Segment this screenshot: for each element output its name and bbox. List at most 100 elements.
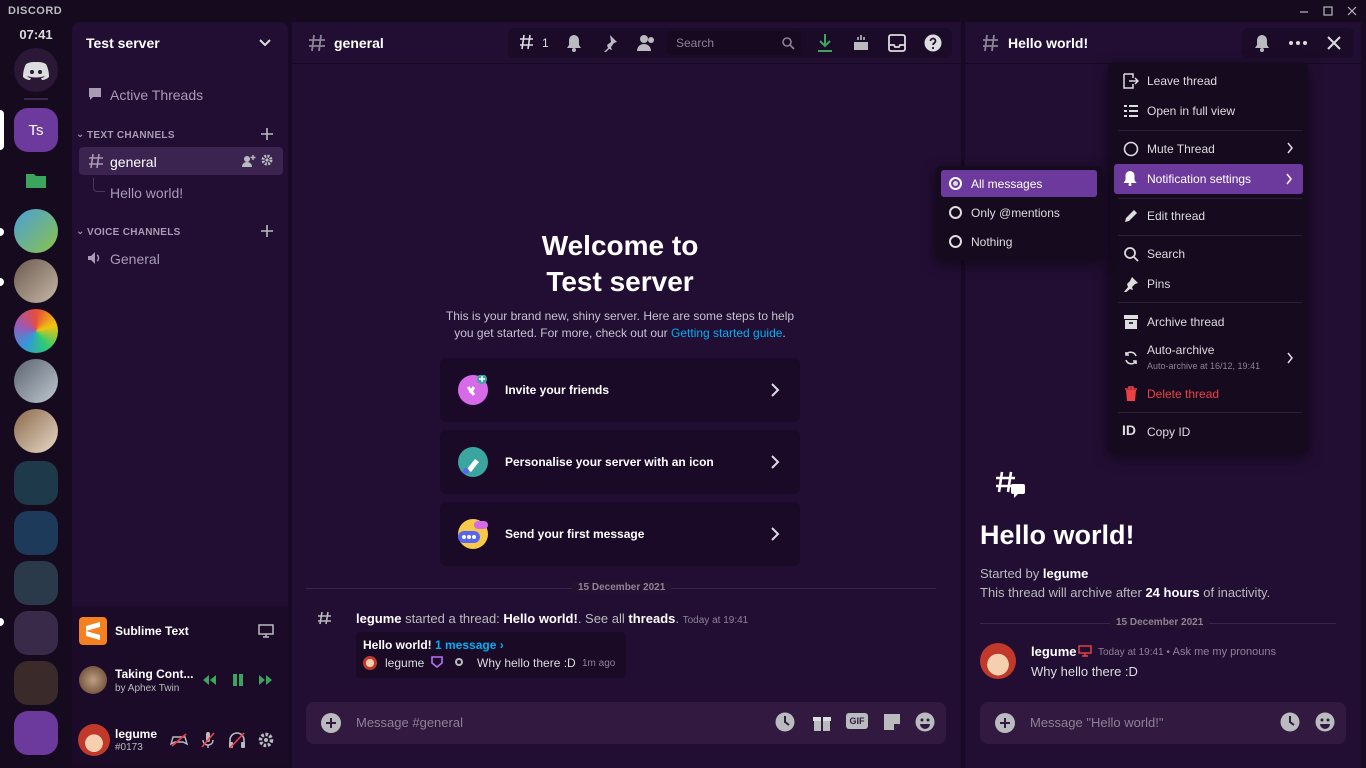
screen-share-icon[interactable] <box>258 623 274 639</box>
thread-message-count[interactable]: 1 message › <box>435 638 504 652</box>
guild-initials: Ts <box>28 121 44 139</box>
chevron-down-icon[interactable] <box>258 36 272 50</box>
emoji-icon[interactable] <box>1315 712 1335 732</box>
nitro-cake-icon[interactable] <box>852 33 870 51</box>
thread-bell-icon[interactable] <box>1253 34 1271 52</box>
gear-icon[interactable] <box>261 154 273 166</box>
member-list-icon[interactable] <box>636 34 656 52</box>
guild-test-server[interactable]: Ts <box>14 108 58 152</box>
invite-friends-card[interactable] <box>440 358 800 422</box>
thread-hello-world[interactable]: Hello world! <box>110 185 183 201</box>
thread-link[interactable]: Hello world! <box>503 611 577 626</box>
guild-folder[interactable] <box>14 561 58 605</box>
paintbrush-icon <box>458 447 488 477</box>
thread-created-icon <box>317 611 333 627</box>
minimize-icon[interactable] <box>1296 3 1312 19</box>
guild-folder[interactable] <box>14 661 58 705</box>
message-author[interactable]: legume <box>1031 644 1077 659</box>
getting-started-link[interactable]: Getting started guide <box>671 326 782 340</box>
pause-icon[interactable] <box>231 673 245 687</box>
guild-folder[interactable] <box>14 711 58 755</box>
add-attachment-icon[interactable] <box>995 713 1015 733</box>
close-thread-icon[interactable] <box>1325 34 1343 52</box>
guild-avatar[interactable] <box>14 359 58 403</box>
pin-icon <box>1123 276 1139 292</box>
guild-avatar[interactable] <box>14 209 58 253</box>
song-title: Taking Cont... <box>115 667 194 681</box>
deafen-icon[interactable] <box>228 731 246 749</box>
menu-leave-thread[interactable]: Leave thread <box>1119 68 1304 94</box>
menu-copy-id[interactable]: ID Copy ID <box>1119 419 1304 445</box>
guild-avatar[interactable] <box>14 309 58 353</box>
clock: 07:41 <box>19 27 53 42</box>
sublime-text-icon <box>79 617 107 645</box>
menu-mute-thread[interactable]: Mute Thread <box>1119 136 1304 162</box>
user-avatar[interactable] <box>78 724 110 756</box>
active-threads-link[interactable]: Active Threads <box>110 87 203 103</box>
guild-folder[interactable] <box>14 461 58 505</box>
collapse-chevron[interactable]: ⌄ <box>76 226 85 237</box>
emoji-icon[interactable] <box>915 712 935 732</box>
see-all-threads-link[interactable]: threads <box>628 611 675 626</box>
folder-icon[interactable] <box>26 172 46 188</box>
menu-archive-thread[interactable]: Archive thread <box>1119 309 1304 335</box>
trash-icon <box>1123 386 1139 402</box>
bell-icon[interactable] <box>565 34 583 52</box>
radio-icon <box>949 206 962 219</box>
collapse-chevron[interactable]: ⌄ <box>76 129 85 140</box>
notif-option-only-mentions[interactable]: Only @mentions <box>941 199 1097 226</box>
clock-icon[interactable] <box>775 712 795 732</box>
guild-avatar[interactable] <box>14 259 58 303</box>
sticker-icon[interactable] <box>882 712 902 732</box>
more-options-icon[interactable] <box>1288 34 1308 52</box>
add-attachment-icon[interactable] <box>321 713 341 733</box>
mute-microphone-icon[interactable] <box>200 731 216 749</box>
thread-channel-icon <box>88 153 104 169</box>
inbox-icon[interactable] <box>888 34 906 52</box>
menu-notification-settings[interactable]: Notification settings <box>1114 164 1303 194</box>
message-avatar[interactable] <box>980 643 1016 679</box>
close-window-icon[interactable] <box>1344 3 1360 19</box>
discord-home-icon[interactable] <box>14 48 58 92</box>
pin-icon[interactable] <box>600 34 618 52</box>
download-icon[interactable] <box>816 33 834 53</box>
list-icon <box>1123 103 1139 119</box>
help-icon[interactable] <box>924 34 942 52</box>
menu-pins[interactable]: Pins <box>1119 271 1304 297</box>
thread-icon <box>982 34 1002 52</box>
previous-track-icon[interactable] <box>201 673 217 687</box>
maximize-icon[interactable] <box>1320 3 1336 19</box>
invite-icon <box>458 375 488 405</box>
thread-big-title: Hello world! <box>980 520 1135 550</box>
add-channel-icon[interactable] <box>261 225 273 237</box>
text-channels-category[interactable]: TEXT CHANNELS <box>87 130 175 141</box>
thread-composer-placeholder: Message "Hello world!" <box>1030 715 1164 730</box>
threads-icon[interactable] <box>519 34 539 52</box>
menu-edit-thread[interactable]: Edit thread <box>1119 203 1304 229</box>
add-channel-icon[interactable] <box>261 128 273 140</box>
guild-folder[interactable] <box>14 611 58 655</box>
mute-radio-icon <box>1123 141 1139 157</box>
thread-large-icon <box>994 470 1028 500</box>
menu-separator <box>1118 235 1302 236</box>
menu-search[interactable]: Search <box>1119 241 1304 267</box>
menu-open-full-view[interactable]: Open in full view <box>1119 98 1304 124</box>
chevron-right-icon <box>770 383 780 397</box>
voice-channel-general[interactable]: General <box>110 251 160 267</box>
user-settings-gear-icon[interactable] <box>258 732 274 748</box>
notif-option-all-messages[interactable]: All messages <box>941 170 1097 197</box>
voice-channels-category[interactable]: VOICE CHANNELS <box>87 227 181 238</box>
gif-icon[interactable]: GIF <box>846 713 868 729</box>
next-track-icon[interactable] <box>258 673 274 687</box>
menu-auto-archive[interactable]: Auto-archive Auto-archive at 16/12, 19:41 <box>1119 340 1304 376</box>
invite-member-icon[interactable] <box>242 154 256 168</box>
clock-icon[interactable] <box>1280 712 1300 732</box>
guild-folder[interactable] <box>14 511 58 555</box>
menu-delete-thread[interactable]: Delete thread <box>1119 381 1304 407</box>
title-bar <box>0 0 1366 22</box>
gift-icon[interactable] <box>812 712 832 732</box>
server-name[interactable]: Test server <box>86 35 160 51</box>
controller-icon[interactable] <box>170 732 188 748</box>
guild-avatar[interactable] <box>14 409 58 453</box>
notif-option-nothing[interactable]: Nothing <box>941 228 1097 255</box>
